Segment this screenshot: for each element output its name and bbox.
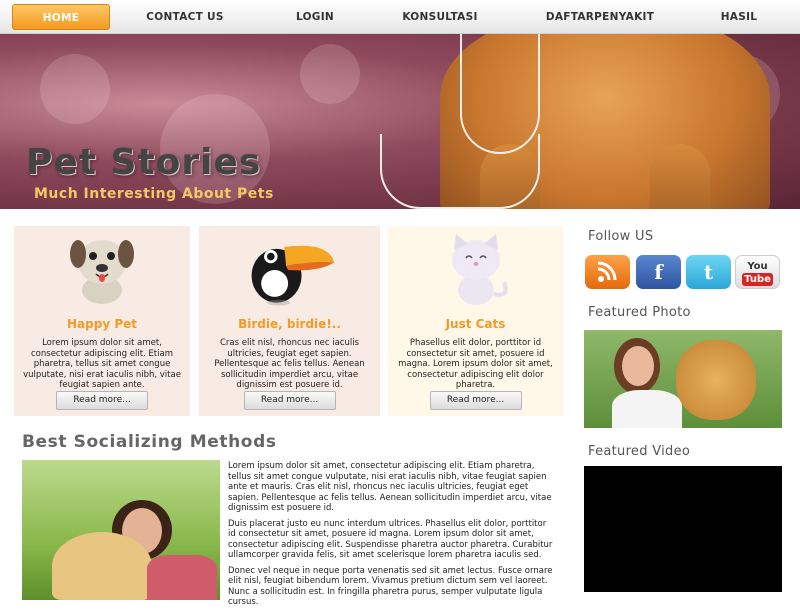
- featured-photo-title: Featured Photo: [588, 305, 691, 320]
- card-birdie: Birdie, birdie!.. Cras elit nisl, rhoncu…: [199, 226, 380, 416]
- nav-konsultasi[interactable]: KONSULTASI: [385, 0, 495, 34]
- featured-video-title: Featured Video: [588, 444, 691, 459]
- facebook-icon[interactable]: f: [636, 255, 681, 289]
- nav-contact-us[interactable]: CONTACT US: [135, 0, 235, 34]
- photo-shirt: [612, 390, 682, 428]
- toucan-icon: [251, 245, 334, 306]
- article-paragraph: Donec vel neque in neque porta venenatis…: [228, 565, 553, 608]
- read-more-button[interactable]: Read more...: [56, 391, 148, 410]
- article-paragraph: Duis placerat justo eu nunc interdum ult…: [228, 518, 553, 561]
- read-more-button[interactable]: Read more...: [429, 391, 522, 410]
- card-title: Birdie, birdie!..: [238, 317, 341, 331]
- read-more-button[interactable]: Read more...: [243, 391, 336, 410]
- earphone-cord: [380, 134, 540, 209]
- featured-photo[interactable]: [584, 330, 782, 428]
- nav-hasil[interactable]: HASIL: [700, 0, 778, 34]
- card-text: Phasellus elit dolor, porttitor id conse…: [398, 338, 553, 390]
- rss-icon[interactable]: [585, 255, 630, 289]
- woman-with-dog-photo: [22, 460, 220, 600]
- twitter-icon[interactable]: t: [686, 255, 731, 289]
- dog-icon: [70, 240, 134, 304]
- hero-banner: Pet Stories Much Interesting About Pets: [0, 34, 800, 209]
- card-title: Happy Pet: [67, 317, 137, 331]
- cat-icon: [451, 234, 508, 305]
- photo-face: [622, 346, 654, 386]
- featured-video-player[interactable]: [584, 466, 782, 592]
- card-title: Just Cats: [445, 317, 506, 331]
- youtube-tube: Tube: [742, 273, 773, 286]
- site-subtitle: Much Interesting About Pets: [34, 186, 274, 202]
- youtube-icon[interactable]: You Tube: [735, 255, 780, 289]
- card-happy-pet: Happy Pet Lorem ipsum dolor sit amet, co…: [14, 226, 190, 416]
- dog-leg: [650, 144, 710, 209]
- photo-shirt: [147, 555, 217, 600]
- youtube-you: You: [747, 261, 768, 272]
- article-body: Lorem ipsum dolor sit amet, consectetur …: [228, 461, 554, 613]
- site-title: Pet Stories: [26, 142, 262, 183]
- nav-daftarpenyakit[interactable]: DAFTARPENYAKIT: [530, 0, 670, 34]
- section-title: Best Socializing Methods: [22, 432, 277, 452]
- rss-glyph: [597, 261, 617, 282]
- photo-dog: [676, 340, 756, 420]
- card-just-cats: Just Cats Phasellus elit dolor, porttito…: [388, 226, 563, 416]
- card-text: Lorem ipsum dolor sit amet, consectetur …: [23, 338, 181, 390]
- photo-dog: [52, 532, 152, 600]
- nav-home[interactable]: HOME: [12, 4, 110, 30]
- nav-login[interactable]: LOGIN: [270, 0, 360, 34]
- top-nav: HOME CONTACT US LOGIN KONSULTASI DAFTARP…: [0, 0, 800, 34]
- follow-us-title: Follow US: [588, 229, 654, 244]
- bokeh-light: [40, 54, 110, 124]
- bokeh-light: [300, 44, 360, 104]
- card-text: Cras elit nisl, rhoncus nec iaculis ultr…: [214, 338, 365, 390]
- article-paragraph: Lorem ipsum dolor sit amet, consectetur …: [228, 461, 552, 513]
